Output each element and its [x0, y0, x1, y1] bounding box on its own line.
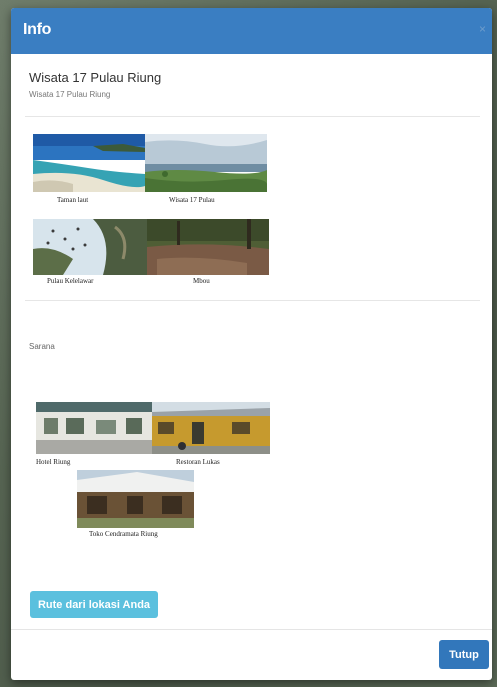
- place-subtitle: Wisata 17 Pulau Riung: [29, 90, 111, 99]
- close-button[interactable]: Tutup: [439, 640, 489, 669]
- beach-lagoon-photo: [33, 134, 145, 192]
- forest-clearing-photo: [147, 219, 269, 275]
- facilities-label: Sarana: [29, 342, 55, 351]
- place-title: Wisata 17 Pulau Riung: [29, 70, 162, 85]
- divider: [25, 116, 480, 117]
- facility-caption: Toko Cendramata Riung: [89, 530, 158, 538]
- sea-islands-photo: [145, 134, 267, 192]
- facility-caption: Hotel Riung: [36, 458, 71, 466]
- footer-divider: [11, 629, 492, 630]
- bats-tree-photo: [33, 219, 147, 275]
- modal-title: Info: [23, 21, 52, 38]
- modal-header: Info ×: [11, 8, 492, 54]
- route-button[interactable]: Rute dari lokasi Anda: [30, 591, 158, 618]
- info-modal: Info × Wisata 17 Pulau Riung Wisata 17 P…: [11, 8, 492, 680]
- facility-caption: Restoran Lukas: [176, 458, 220, 466]
- gallery-caption: Mbou: [193, 277, 210, 285]
- gallery-caption: Wisata 17 Pulau: [169, 196, 215, 204]
- close-icon[interactable]: ×: [479, 22, 486, 36]
- restaurant-building-photo: [152, 402, 270, 454]
- gallery-caption: Taman laut: [57, 196, 89, 204]
- divider: [25, 300, 480, 301]
- hotel-building-photo: [36, 402, 152, 454]
- gallery-caption: Pulau Kelelawar: [47, 277, 94, 285]
- souvenir-shop-photo: [77, 470, 194, 528]
